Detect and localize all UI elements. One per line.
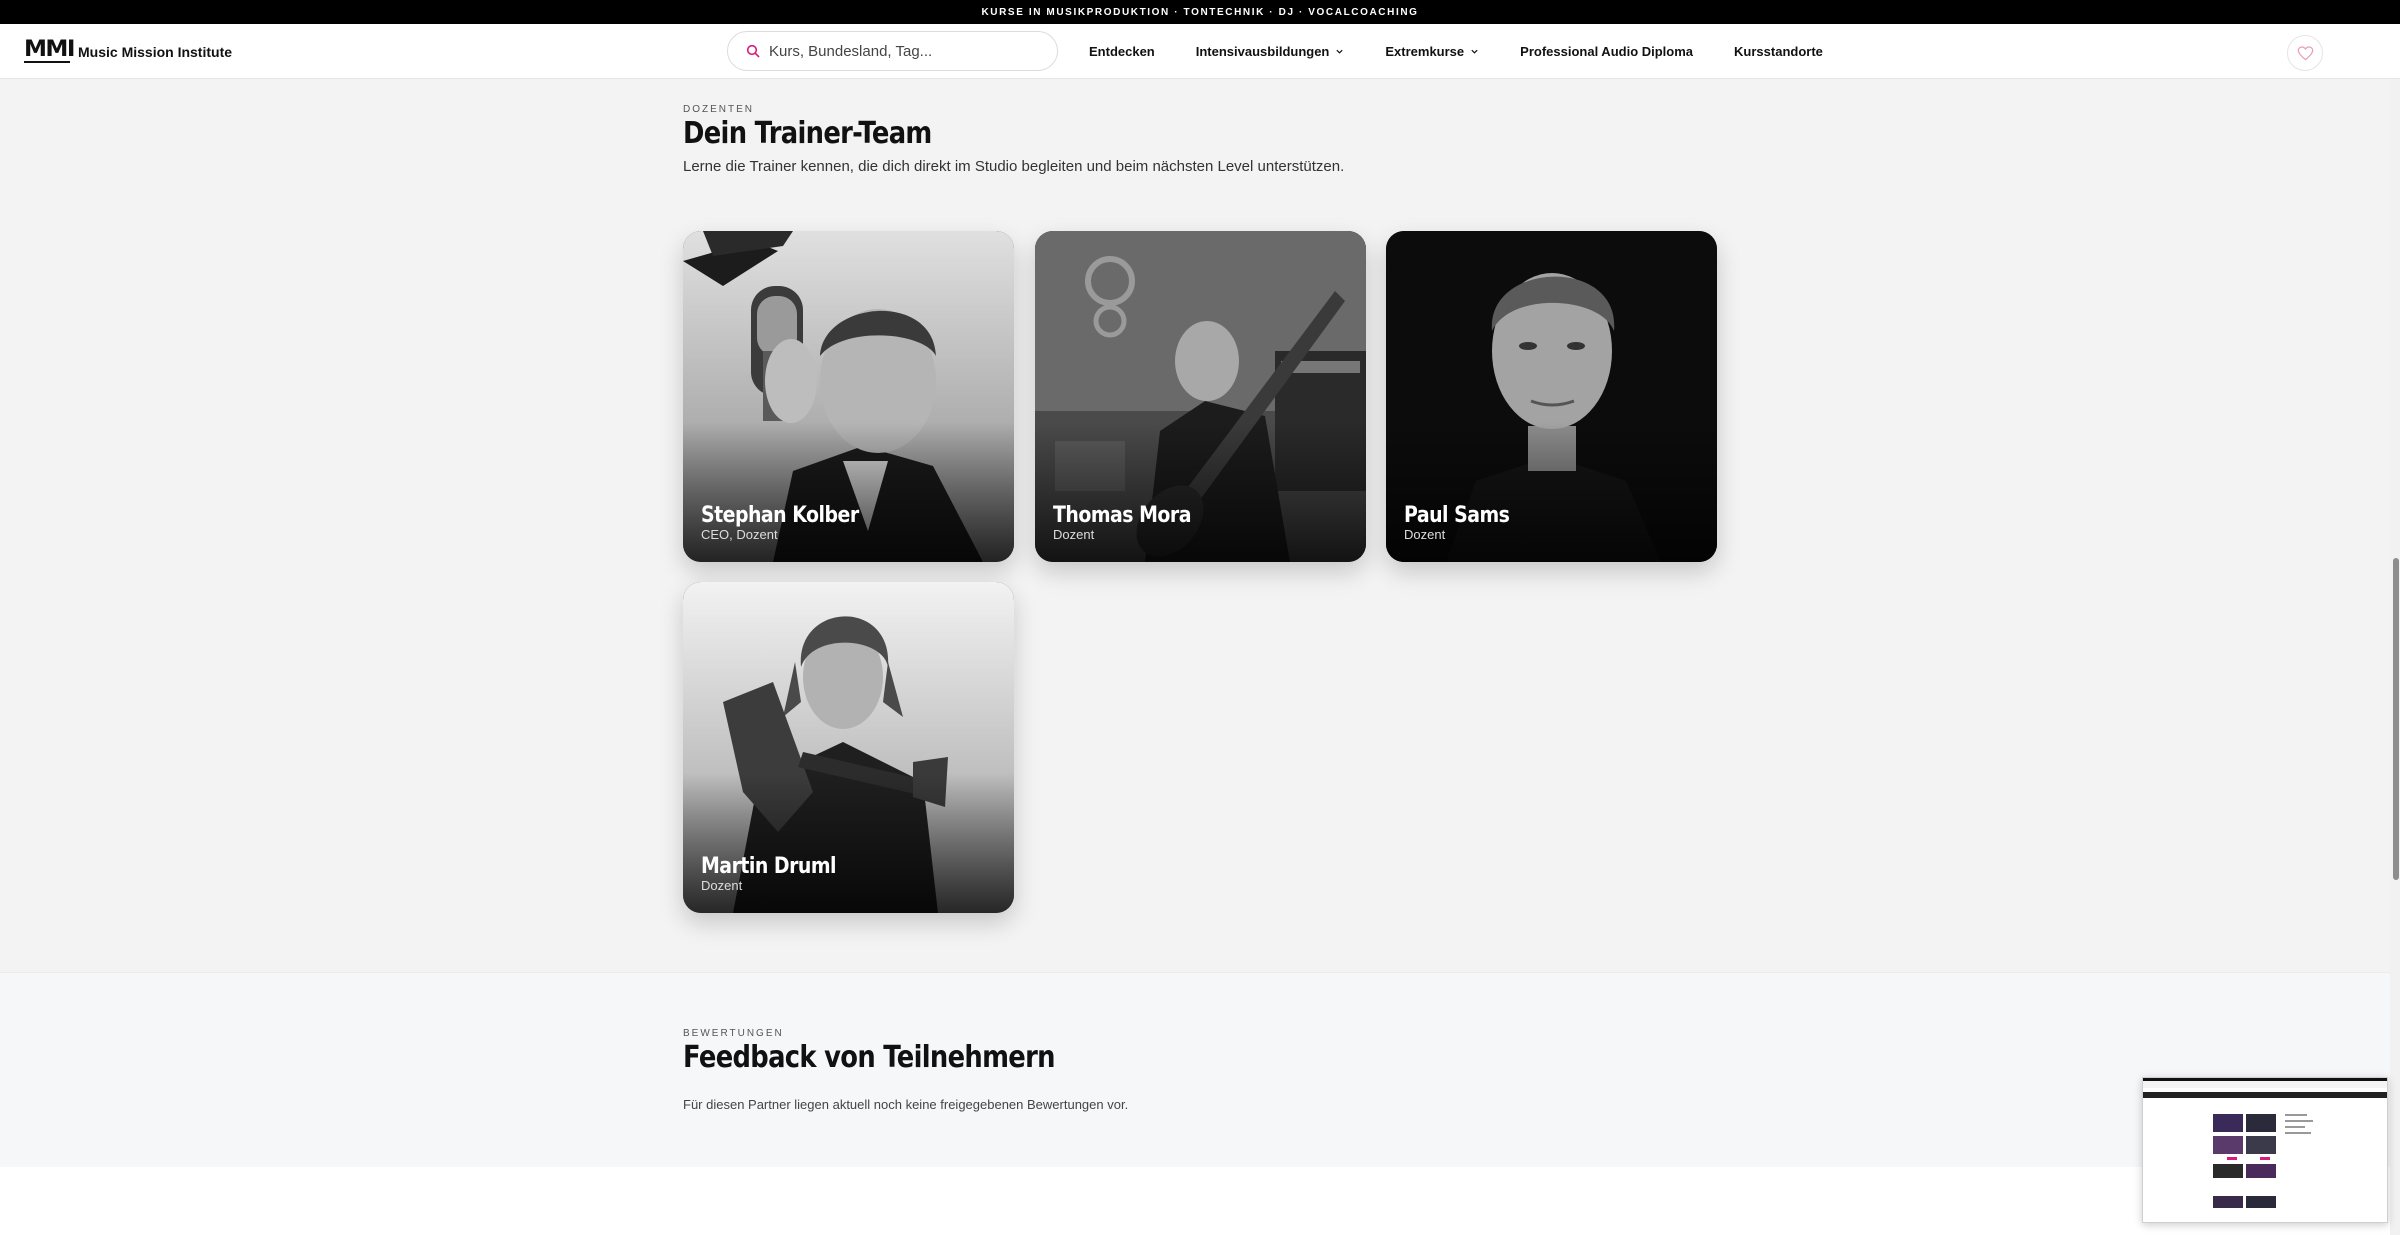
nav-intensivausbildungen[interactable]: Intensivausbildungen bbox=[1196, 44, 1345, 59]
nav-professional-audio-diploma[interactable]: Professional Audio Diploma bbox=[1520, 44, 1693, 59]
trainer-name: Martin Druml bbox=[701, 854, 837, 879]
announcement-bar: KURSE IN MUSIKPRODUKTION · TONTECHNIK · … bbox=[0, 0, 2400, 24]
preview-image bbox=[2143, 1078, 2387, 1222]
trainer-role: Dozent bbox=[1053, 527, 1095, 542]
nav-extremkurse[interactable]: Extremkurse bbox=[1385, 44, 1479, 59]
heart-icon bbox=[2297, 45, 2313, 60]
trainer-card[interactable]: Paul Sams Dozent bbox=[1386, 231, 1717, 562]
trainer-card[interactable]: Thomas Mora Dozent bbox=[1035, 231, 1366, 562]
trainers-eyebrow: DOZENTEN bbox=[683, 104, 754, 115]
page-bottom bbox=[0, 1167, 2400, 1235]
logo-mark: MMI bbox=[24, 37, 75, 63]
trainer-name: Stephan Kolber bbox=[701, 503, 859, 528]
trainers-title: Dein Trainer-Team bbox=[683, 116, 932, 151]
feedback-empty-text: Für diesen Partner liegen aktuell noch k… bbox=[683, 1097, 1129, 1112]
feedback-eyebrow: BEWERTUNGEN bbox=[683, 1028, 784, 1039]
feedback-title: Feedback von Teilnehmern bbox=[683, 1040, 1055, 1075]
main-nav: Entdecken Intensivausbildungen Extremkur… bbox=[1089, 24, 1864, 79]
nav-kursstandorte[interactable]: Kursstandorte bbox=[1734, 44, 1823, 59]
nav-entdecken[interactable]: Entdecken bbox=[1089, 44, 1155, 59]
search-box[interactable] bbox=[727, 31, 1058, 71]
brand-name: Music Mission Institute bbox=[78, 44, 233, 60]
trainers-section: DOZENTEN Dein Trainer-Team Lerne die Tra… bbox=[0, 79, 2400, 972]
trainer-card[interactable]: Stephan Kolber CEO, Dozent bbox=[683, 231, 1014, 562]
trainer-name: Paul Sams bbox=[1404, 503, 1510, 528]
feedback-section: BEWERTUNGEN Feedback von Teilnehmern Für… bbox=[0, 972, 2400, 1167]
trainer-role: Dozent bbox=[701, 878, 743, 893]
logo-link[interactable]: MMI Music Mission Institute bbox=[24, 37, 233, 64]
page-preview-thumbnail[interactable] bbox=[2142, 1077, 2388, 1223]
chevron-down-icon bbox=[1471, 49, 1478, 54]
search-input[interactable] bbox=[769, 42, 1029, 60]
trainer-role: CEO, Dozent bbox=[701, 527, 778, 542]
trainer-card[interactable]: Martin Druml Dozent bbox=[683, 582, 1014, 913]
favorites-button[interactable] bbox=[2287, 35, 2323, 71]
announcement-text: KURSE IN MUSIKPRODUKTION · TONTECHNIK · … bbox=[981, 6, 1419, 18]
search-icon bbox=[746, 44, 760, 58]
chevron-down-icon bbox=[1336, 49, 1343, 54]
site-header: MMI Music Mission Institute Entdecken In… bbox=[0, 24, 2400, 79]
trainer-role: Dozent bbox=[1404, 527, 1446, 542]
trainers-lead: Lerne die Trainer kennen, die dich direk… bbox=[683, 158, 1345, 175]
trainer-name: Thomas Mora bbox=[1053, 503, 1191, 528]
scrollbar-thumb[interactable] bbox=[2393, 558, 2399, 880]
